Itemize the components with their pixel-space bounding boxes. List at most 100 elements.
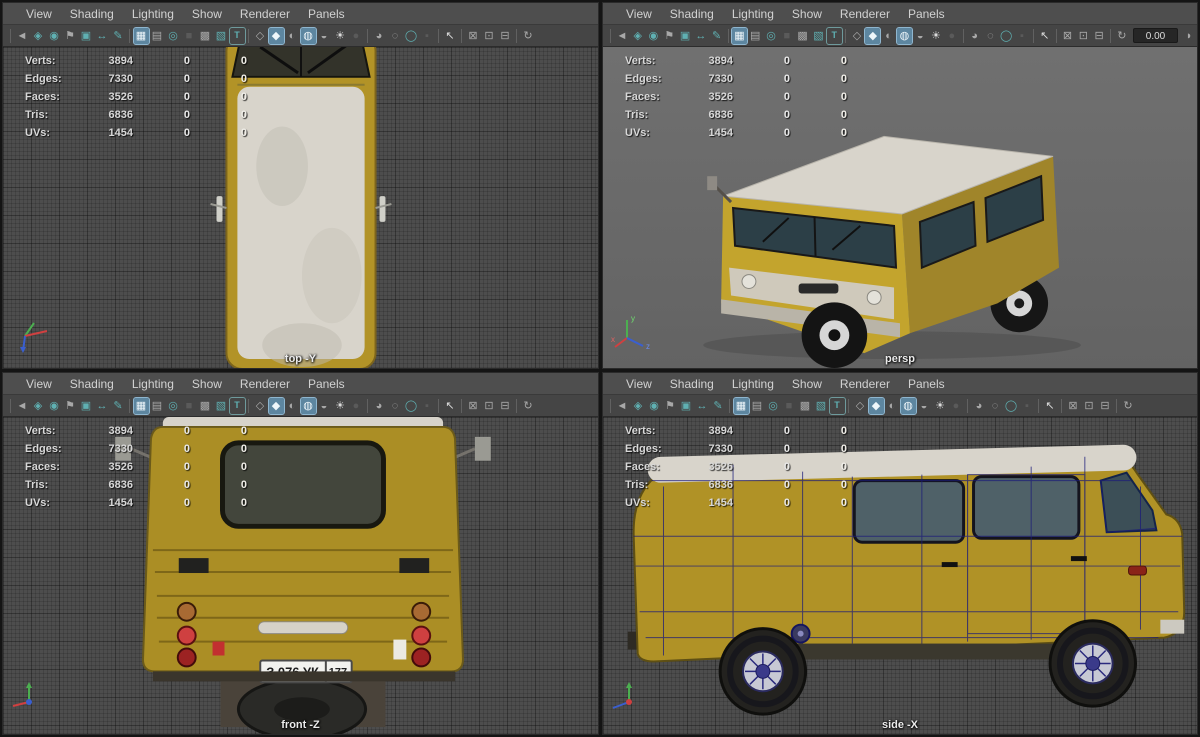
- shadows-icon[interactable]: ●: [349, 398, 364, 414]
- menu-renderer[interactable]: Renderer: [231, 377, 299, 391]
- grid-icon[interactable]: ▦: [731, 26, 748, 45]
- occlusion-icon[interactable]: ◕: [972, 398, 987, 414]
- screen-space-icon[interactable]: ⊟: [498, 398, 513, 414]
- lock-camera-icon[interactable]: ◈: [630, 28, 645, 44]
- use-default-material-icon[interactable]: ◒: [317, 398, 332, 414]
- wireframe-on-shaded-icon[interactable]: ◐: [885, 398, 900, 414]
- motion-blur-icon[interactable]: ◌: [983, 28, 998, 44]
- image-plane-icon[interactable]: ▣: [79, 28, 94, 44]
- van-rear-view[interactable]: З 076 УК 177: [3, 417, 598, 734]
- menu-panels[interactable]: Panels: [899, 7, 954, 21]
- exposure-icon[interactable]: ↻: [1115, 28, 1130, 44]
- shaded-icon[interactable]: ◆: [864, 26, 882, 45]
- textured-icon[interactable]: ◍: [299, 26, 317, 45]
- menu-view[interactable]: View: [17, 7, 61, 21]
- wireframe-on-shaded-icon[interactable]: ◐: [881, 28, 896, 44]
- menu-show[interactable]: Show: [183, 7, 231, 21]
- menu-lighting[interactable]: Lighting: [723, 377, 783, 391]
- bookmark-icon[interactable]: ⚑: [63, 398, 78, 414]
- xray-icon[interactable]: ⊠: [1066, 398, 1081, 414]
- safe-action-icon[interactable]: ▧: [811, 28, 826, 44]
- anti-alias-icon[interactable]: ◯: [404, 398, 419, 414]
- anti-alias-icon[interactable]: ◯: [1004, 398, 1019, 414]
- menu-lighting[interactable]: Lighting: [123, 7, 183, 21]
- pan-zoom-icon[interactable]: ↔: [95, 398, 110, 414]
- motion-blur-icon[interactable]: ◌: [988, 398, 1003, 414]
- isolate-select-icon[interactable]: ↖: [1037, 28, 1052, 44]
- menu-lighting[interactable]: Lighting: [123, 377, 183, 391]
- camera-attributes-icon[interactable]: ◉: [47, 28, 62, 44]
- grid-icon[interactable]: ▦: [732, 396, 750, 415]
- lock-camera-icon[interactable]: ◈: [31, 28, 46, 44]
- film-gate-icon[interactable]: ▤: [150, 398, 165, 414]
- grid-icon[interactable]: ▦: [132, 396, 150, 415]
- viewport-top[interactable]: Verts: 3894 0 0 Edges: 7330 0 0 Faces: 3526 0 0 Tris…: [3, 47, 598, 368]
- safe-title-icon[interactable]: T: [228, 396, 246, 415]
- resolution-gate-icon[interactable]: ◎: [764, 28, 779, 44]
- viewport-front[interactable]: З 076 УК 177 Verts:389400Edges:733000Fac…: [3, 417, 598, 734]
- gate-mask-icon[interactable]: ■: [182, 398, 197, 414]
- menu-shading[interactable]: Shading: [61, 7, 123, 21]
- shaded-icon[interactable]: ◆: [267, 26, 285, 45]
- safe-action-icon[interactable]: ▧: [814, 398, 829, 414]
- view-transform-icon[interactable]: ◗: [1182, 28, 1197, 44]
- resolution-gate-icon[interactable]: ◎: [166, 398, 181, 414]
- use-default-material-icon[interactable]: ◒: [913, 28, 928, 44]
- depth-of-field-icon[interactable]: ▪: [1020, 398, 1035, 414]
- shaded-icon[interactable]: ◆: [267, 396, 285, 415]
- wireframe-icon[interactable]: ◇: [253, 28, 268, 44]
- menu-shading[interactable]: Shading: [61, 377, 123, 391]
- camera-attributes-icon[interactable]: ◉: [646, 28, 661, 44]
- lighting-icon[interactable]: ☀: [929, 28, 944, 44]
- select-camera-icon[interactable]: ◄: [15, 28, 30, 44]
- use-default-material-icon[interactable]: ◒: [917, 398, 932, 414]
- bookmark-icon[interactable]: ⚑: [663, 398, 678, 414]
- shadows-icon[interactable]: ●: [949, 398, 964, 414]
- menu-view[interactable]: View: [617, 7, 661, 21]
- grease-pencil-icon[interactable]: ✎: [711, 398, 726, 414]
- isolate-select-icon[interactable]: ↖: [443, 28, 458, 44]
- motion-blur-icon[interactable]: ◌: [388, 28, 403, 44]
- menu-renderer[interactable]: Renderer: [831, 7, 899, 21]
- safe-title-icon[interactable]: T: [825, 26, 843, 45]
- textured-icon[interactable]: ◍: [899, 396, 917, 415]
- menu-shading[interactable]: Shading: [661, 7, 723, 21]
- xray-icon[interactable]: ⊠: [1060, 28, 1075, 44]
- resolution-gate-icon[interactable]: ◎: [166, 28, 181, 44]
- exposure-field[interactable]: 0.00: [1132, 28, 1179, 43]
- menu-show[interactable]: Show: [783, 7, 831, 21]
- xray-joints-icon[interactable]: ⊡: [1076, 28, 1091, 44]
- exposure-icon[interactable]: ↻: [521, 28, 536, 44]
- safe-action-icon[interactable]: ▧: [214, 28, 229, 44]
- xray-joints-icon[interactable]: ⊡: [1082, 398, 1097, 414]
- depth-of-field-icon[interactable]: ▪: [1015, 28, 1030, 44]
- shadows-icon[interactable]: ●: [944, 28, 959, 44]
- grease-pencil-icon[interactable]: ✎: [111, 28, 126, 44]
- select-camera-icon[interactable]: ◄: [15, 398, 30, 414]
- safe-action-icon[interactable]: ▧: [214, 398, 229, 414]
- textured-icon[interactable]: ◍: [299, 396, 317, 415]
- depth-of-field-icon[interactable]: ▪: [420, 28, 435, 44]
- pan-zoom-icon[interactable]: ↔: [695, 398, 710, 414]
- depth-of-field-icon[interactable]: ▪: [420, 398, 435, 414]
- viewport-side[interactable]: Verts: 3894 0 0 Edges: 7330 0 0 Faces: 3526 0 0 Tris…: [603, 417, 1197, 734]
- field-chart-icon[interactable]: ▩: [198, 28, 213, 44]
- xray-joints-icon[interactable]: ⊡: [482, 398, 497, 414]
- film-gate-icon[interactable]: ▤: [750, 398, 765, 414]
- wireframe-on-shaded-icon[interactable]: ◐: [285, 28, 300, 44]
- anti-alias-icon[interactable]: ◯: [999, 28, 1014, 44]
- image-plane-icon[interactable]: ▣: [79, 398, 94, 414]
- shaded-icon[interactable]: ◆: [867, 396, 885, 415]
- screen-space-icon[interactable]: ⊟: [498, 28, 513, 44]
- image-plane-icon[interactable]: ▣: [679, 398, 694, 414]
- menu-lighting[interactable]: Lighting: [723, 7, 783, 21]
- grease-pencil-icon[interactable]: ✎: [709, 28, 724, 44]
- wireframe-icon[interactable]: ◇: [853, 398, 868, 414]
- xray-icon[interactable]: ⊠: [466, 398, 481, 414]
- xray-joints-icon[interactable]: ⊡: [482, 28, 497, 44]
- pan-zoom-icon[interactable]: ↔: [693, 28, 708, 44]
- gate-mask-icon[interactable]: ■: [782, 398, 797, 414]
- lock-camera-icon[interactable]: ◈: [631, 398, 646, 414]
- exposure-icon[interactable]: ↻: [521, 398, 536, 414]
- viewport-persp[interactable]: Verts: 3894 0 0 Edges: 7330 0 0 Faces: 3526 0 0 Tris…: [603, 47, 1197, 368]
